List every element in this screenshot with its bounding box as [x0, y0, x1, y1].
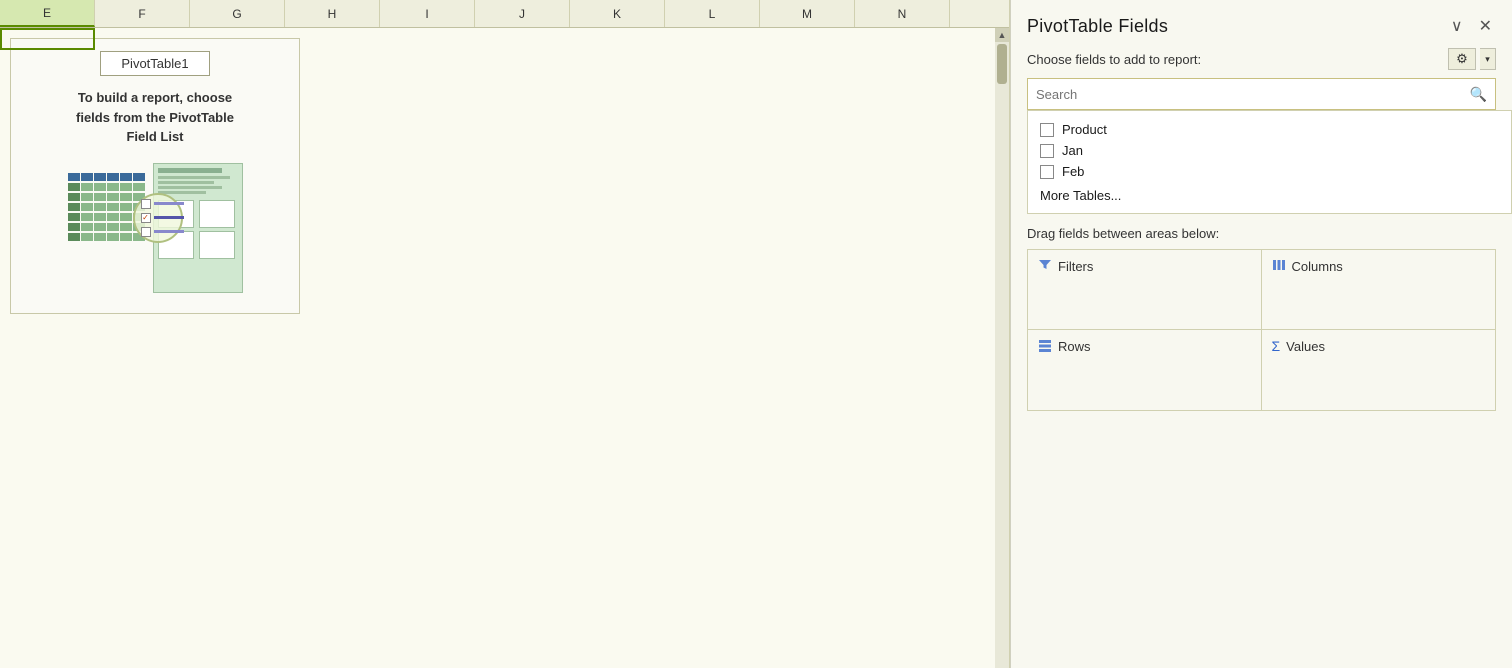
illus-line-1 [154, 202, 184, 205]
columns-label: Columns [1292, 259, 1343, 274]
search-box[interactable]: 🔍 [1027, 78, 1496, 110]
field-checkbox-feb[interactable] [1040, 165, 1054, 179]
vertical-scrollbar[interactable]: ▲ [995, 28, 1009, 668]
dropdown-icon: ▾ [1485, 54, 1490, 65]
col-header-J[interactable]: J [475, 0, 570, 27]
panel-header-controls: ∨ ✕ [1447, 14, 1496, 38]
pivot-instruction: To build a report, choosefields from the… [76, 88, 234, 147]
col-header-I[interactable]: I [380, 0, 475, 27]
drag-area-values[interactable]: Σ Values [1262, 330, 1496, 410]
gear-icon: ⚙ [1456, 51, 1468, 67]
fields-list: Product Jan Feb More Tables... [1027, 110, 1512, 214]
drag-areas: Filters Columns [1027, 249, 1496, 411]
field-checkbox-jan[interactable] [1040, 144, 1054, 158]
rows-label: Rows [1058, 339, 1091, 354]
drag-area-rows[interactable]: Rows [1028, 330, 1262, 410]
grid-area: PivotTable1 To build a report, choosefie… [0, 28, 1009, 668]
col-header-H[interactable]: H [285, 0, 380, 27]
panel-minimize-button[interactable]: ∨ [1447, 14, 1467, 38]
column-headers: E F G H I J K L M N [0, 0, 1009, 28]
field-item-product[interactable]: Product [1028, 119, 1511, 140]
pivot-placeholder: PivotTable1 To build a report, choosefie… [10, 38, 300, 314]
spreadsheet-area: E F G H I J K L M N PivotTable1 To build… [0, 0, 1010, 668]
col-header-E[interactable]: E [0, 0, 95, 27]
panel-subtitle-controls: ⚙ ▾ [1448, 48, 1496, 70]
drag-title: Drag fields between areas below: [1027, 226, 1496, 241]
sigma-icon: Σ [1272, 338, 1281, 354]
search-icon: 🔍 [1462, 86, 1495, 103]
col-header-G[interactable]: G [190, 0, 285, 27]
illus-line-3 [154, 230, 184, 233]
rows-icon [1038, 338, 1052, 355]
panel-subtitle: Choose fields to add to report: ⚙ ▾ [1011, 48, 1512, 78]
col-header-K[interactable]: K [570, 0, 665, 27]
filter-icon [1038, 258, 1052, 275]
scroll-up-arrow[interactable]: ▲ [995, 28, 1009, 42]
illus-cb-empty [141, 199, 151, 209]
illus-line-2 [154, 216, 184, 219]
scroll-thumb[interactable] [997, 44, 1007, 84]
drag-area-values-header: Σ Values [1272, 338, 1486, 354]
pivot-fields-panel: PivotTable Fields ∨ ✕ Choose fields to a… [1010, 0, 1512, 668]
panel-close-button[interactable]: ✕ [1475, 14, 1496, 38]
illus-left-table [68, 173, 145, 241]
dropdown-button[interactable]: ▾ [1480, 48, 1496, 70]
illus-cb-empty2 [141, 227, 151, 237]
drag-area-filters-header: Filters [1038, 258, 1251, 275]
drag-area-columns-header: Columns [1272, 258, 1486, 275]
panel-header: PivotTable Fields ∨ ✕ [1011, 0, 1512, 48]
drag-section: Drag fields between areas below: Filters [1011, 214, 1512, 419]
gear-button[interactable]: ⚙ [1448, 48, 1476, 70]
search-input[interactable] [1028, 87, 1462, 102]
field-checkbox-product[interactable] [1040, 123, 1054, 137]
pivot-illustration: ✓ [68, 163, 243, 293]
panel-title: PivotTable Fields [1027, 16, 1168, 37]
field-label-jan: Jan [1062, 143, 1083, 158]
drag-area-columns[interactable]: Columns [1262, 250, 1496, 330]
col-header-N[interactable]: N [855, 0, 950, 27]
field-item-feb[interactable]: Feb [1028, 161, 1511, 182]
illus-cb-checked: ✓ [141, 213, 151, 223]
pivot-title: PivotTable1 [100, 51, 209, 76]
illus-right-panel: ✓ [153, 163, 243, 293]
col-header-F[interactable]: F [95, 0, 190, 27]
drag-area-rows-header: Rows [1038, 338, 1251, 355]
values-label: Values [1286, 339, 1325, 354]
col-header-L[interactable]: L [665, 0, 760, 27]
field-item-jan[interactable]: Jan [1028, 140, 1511, 161]
illus-circle: ✓ [133, 193, 183, 243]
field-label-feb: Feb [1062, 164, 1084, 179]
filters-label: Filters [1058, 259, 1093, 274]
panel-subtitle-text: Choose fields to add to report: [1027, 52, 1201, 67]
drag-area-filters[interactable]: Filters [1028, 250, 1262, 330]
columns-icon [1272, 258, 1286, 275]
field-label-product: Product [1062, 122, 1107, 137]
col-header-M[interactable]: M [760, 0, 855, 27]
more-tables-link[interactable]: More Tables... [1028, 182, 1511, 209]
